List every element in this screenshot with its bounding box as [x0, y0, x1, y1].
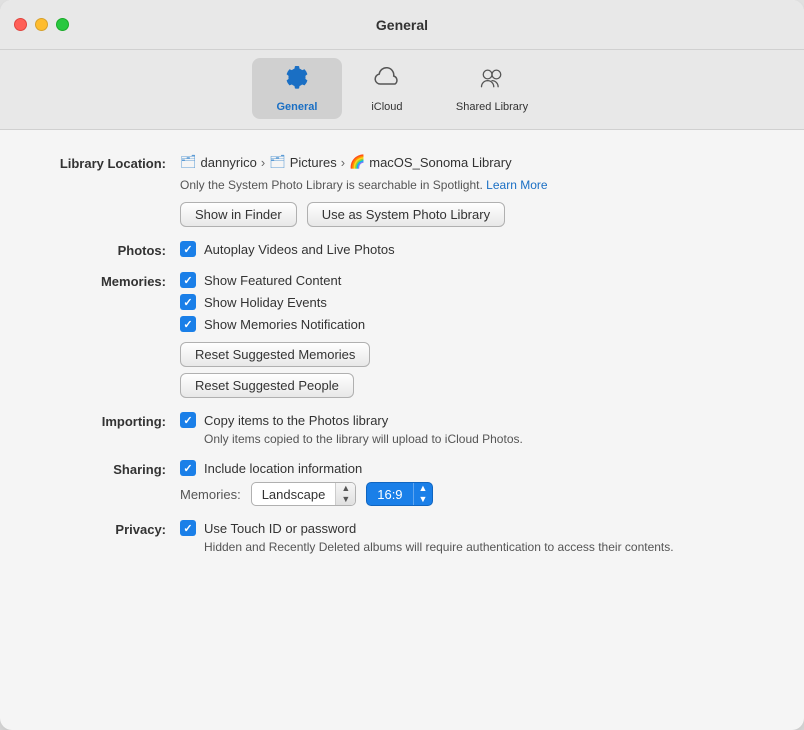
ratio-value: 16:9	[367, 484, 412, 505]
ratio-stepper[interactable]: 16:9 ▲ ▼	[366, 482, 433, 506]
show-featured-checkbox[interactable]	[180, 272, 196, 288]
include-location-label: Include location information	[204, 461, 362, 476]
memories-label: Memories:	[40, 272, 180, 289]
sharing-content: Include location information Memories: L…	[180, 460, 764, 506]
traffic-lights	[14, 18, 69, 31]
shared-library-icon	[478, 64, 506, 97]
privacy-section: Privacy: Use Touch ID or password Hidden…	[40, 520, 764, 554]
memories-content: Show Featured Content Show Holiday Event…	[180, 272, 764, 398]
orientation-select[interactable]: Landscape ▲ ▼	[251, 482, 357, 506]
copy-items-label: Copy items to the Photos library	[204, 413, 388, 428]
privacy-note: Hidden and Recently Deleted albums will …	[180, 540, 764, 554]
show-notification-row: Show Memories Notification	[180, 316, 764, 332]
photos-icon: 🌈	[349, 154, 365, 170]
path-library: macOS_Sonoma Library	[369, 155, 511, 170]
reset-memories-button[interactable]: Reset Suggested Memories	[180, 342, 370, 367]
tab-general-label: General	[276, 101, 317, 113]
touch-id-label: Use Touch ID or password	[204, 521, 356, 536]
toolbar: General iCloud Shared Libr	[0, 50, 804, 130]
library-buttons: Show in Finder Use as System Photo Libra…	[180, 202, 764, 227]
include-location-row: Include location information	[180, 460, 764, 476]
importing-label: Importing:	[40, 412, 180, 429]
orientation-up-arrow[interactable]: ▲	[336, 483, 355, 494]
library-location-content: 🗂 dannyrico › 🗂 Pictures › 🌈 macOS_Sonom…	[180, 154, 764, 227]
path-sep-2: ›	[341, 155, 345, 170]
photos-label: Photos:	[40, 241, 180, 258]
importing-note: Only items copied to the library will up…	[180, 432, 764, 446]
library-note-text: Only the System Photo Library is searcha…	[180, 178, 483, 192]
tab-general[interactable]: General	[252, 58, 342, 119]
path-user: dannyrico	[201, 155, 257, 170]
privacy-label: Privacy:	[40, 520, 180, 537]
privacy-content: Use Touch ID or password Hidden and Rece…	[180, 520, 764, 554]
gear-icon	[283, 64, 311, 97]
close-button[interactable]	[14, 18, 27, 31]
show-notification-checkbox[interactable]	[180, 316, 196, 332]
touch-id-checkbox[interactable]	[180, 520, 196, 536]
library-location-label: Library Location:	[40, 154, 180, 171]
folder-icon-2: 🗂	[269, 154, 286, 170]
settings-content: Library Location: 🗂 dannyrico › 🗂 Pictur…	[0, 130, 804, 730]
ratio-arrows[interactable]: ▲ ▼	[413, 483, 433, 505]
importing-content: Copy items to the Photos library Only it…	[180, 412, 764, 446]
ratio-up-arrow[interactable]: ▲	[414, 483, 433, 494]
sharing-memories-label: Memories:	[180, 487, 241, 502]
tab-icloud-label: iCloud	[371, 101, 402, 113]
autoplay-checkbox[interactable]	[180, 241, 196, 257]
orientation-value: Landscape	[252, 484, 336, 505]
maximize-button[interactable]	[56, 18, 69, 31]
autoplay-label: Autoplay Videos and Live Photos	[204, 242, 395, 257]
tab-shared-library-label: Shared Library	[456, 101, 528, 113]
memories-section: Memories: Show Featured Content Show Hol…	[40, 272, 764, 398]
orientation-arrows[interactable]: ▲ ▼	[335, 483, 355, 505]
copy-items-row: Copy items to the Photos library	[180, 412, 764, 428]
include-location-checkbox[interactable]	[180, 460, 196, 476]
ratio-down-arrow[interactable]: ▼	[414, 494, 433, 505]
tab-shared-library[interactable]: Shared Library	[432, 58, 552, 119]
show-notification-label: Show Memories Notification	[204, 317, 365, 332]
path-sep-1: ›	[261, 155, 265, 170]
memories-inline-row: Memories: Landscape ▲ ▼ 16:9 ▲	[180, 482, 764, 506]
learn-more-link[interactable]: Learn More	[486, 178, 547, 192]
window-title: General	[376, 17, 428, 33]
library-location-section: Library Location: 🗂 dannyrico › 🗂 Pictur…	[40, 154, 764, 227]
show-holiday-row: Show Holiday Events	[180, 294, 764, 310]
photos-section: Photos: Autoplay Videos and Live Photos	[40, 241, 764, 258]
reset-people-button[interactable]: Reset Suggested People	[180, 373, 354, 398]
library-note: Only the System Photo Library is searcha…	[180, 178, 764, 192]
path-pictures: Pictures	[290, 155, 337, 170]
copy-items-checkbox[interactable]	[180, 412, 196, 428]
use-as-system-button[interactable]: Use as System Photo Library	[307, 202, 505, 227]
library-path: 🗂 dannyrico › 🗂 Pictures › 🌈 macOS_Sonom…	[180, 154, 764, 170]
show-featured-row: Show Featured Content	[180, 272, 764, 288]
sharing-label: Sharing:	[40, 460, 180, 477]
show-in-finder-button[interactable]: Show in Finder	[180, 202, 297, 227]
photos-content: Autoplay Videos and Live Photos	[180, 241, 764, 257]
main-window: General General iCloud	[0, 0, 804, 730]
importing-section: Importing: Copy items to the Photos libr…	[40, 412, 764, 446]
touch-id-row: Use Touch ID or password	[180, 520, 764, 536]
orientation-down-arrow[interactable]: ▼	[336, 494, 355, 505]
minimize-button[interactable]	[35, 18, 48, 31]
autoplay-row: Autoplay Videos and Live Photos	[180, 241, 764, 257]
show-holiday-checkbox[interactable]	[180, 294, 196, 310]
show-featured-label: Show Featured Content	[204, 273, 341, 288]
show-holiday-label: Show Holiday Events	[204, 295, 327, 310]
folder-icon: 🗂	[180, 154, 197, 170]
sharing-section: Sharing: Include location information Me…	[40, 460, 764, 506]
tab-icloud[interactable]: iCloud	[342, 58, 432, 119]
title-bar: General	[0, 0, 804, 50]
icloud-icon	[373, 64, 401, 97]
